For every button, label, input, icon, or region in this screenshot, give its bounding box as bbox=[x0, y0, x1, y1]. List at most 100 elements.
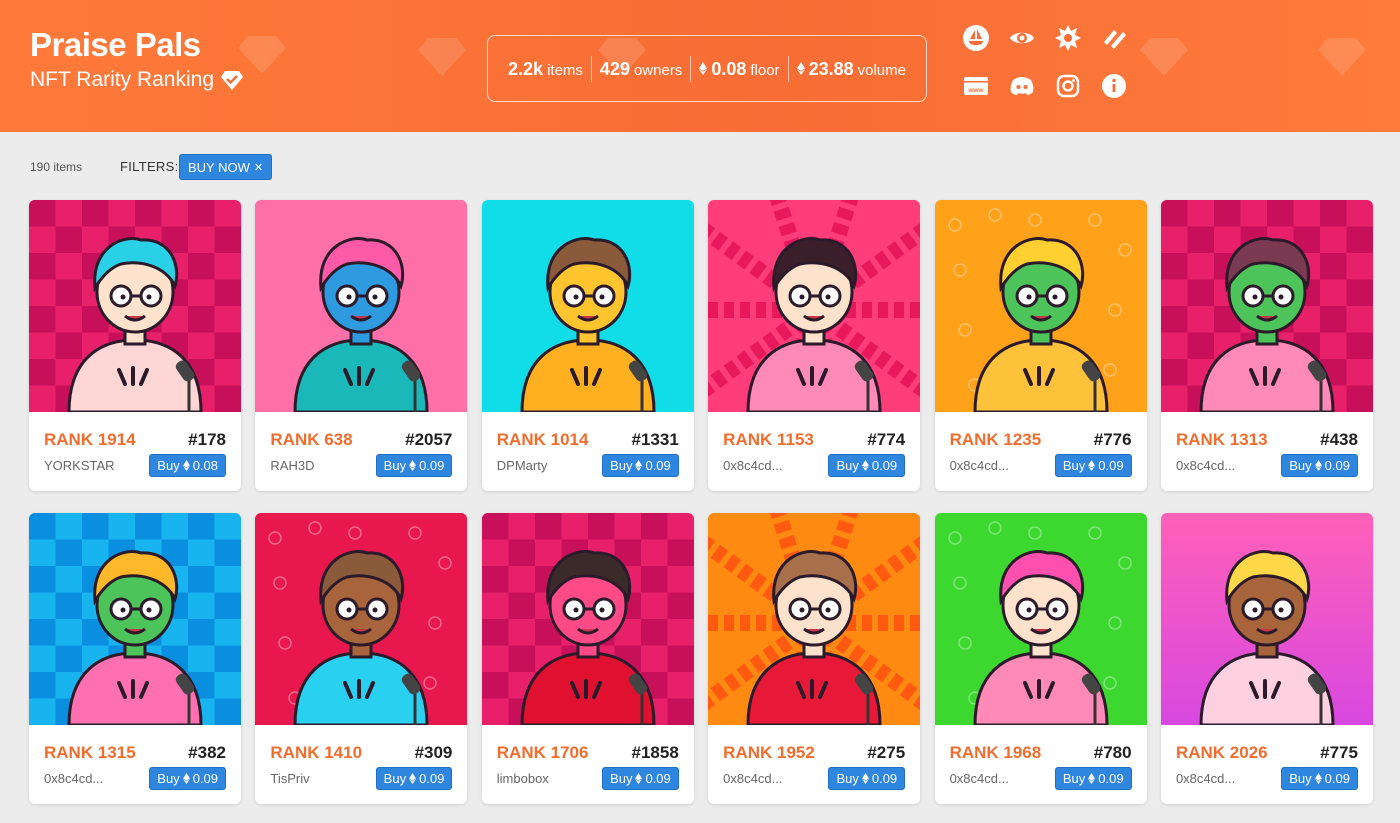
buy-button[interactable]: Buy 0.09 bbox=[375, 454, 453, 477]
token-id: #1331 bbox=[631, 430, 679, 449]
nft-card[interactable]: RANK 1410 #309 TisPriv Buy 0.09 bbox=[255, 513, 468, 804]
discord-link[interactable] bbox=[1006, 70, 1038, 102]
buy-now-filter-chip[interactable]: BUY NOW ✕ bbox=[179, 154, 273, 180]
buy-button[interactable]: Buy 0.09 bbox=[1281, 454, 1358, 477]
rank-label: RANK 1410 bbox=[270, 743, 363, 762]
card-info: RANK 1914 #178 YORKSTAR Buy 0.08 bbox=[29, 412, 241, 491]
nft-image[interactable] bbox=[481, 200, 694, 412]
stat-label: volume bbox=[857, 61, 906, 79]
card-info: RANK 1968 #780 0x8c4cd... Buy 0.09 bbox=[935, 725, 1147, 804]
buy-button[interactable]: Buy 0.09 bbox=[828, 454, 906, 477]
nft-avatar-illustration bbox=[934, 200, 1147, 412]
nft-card[interactable]: RANK 1313 #438 0x8c4cd... Buy 0.09 bbox=[1160, 200, 1373, 491]
splash-link[interactable] bbox=[1052, 22, 1084, 54]
nft-image[interactable] bbox=[934, 513, 1147, 725]
card-info: RANK 1410 #309 TisPriv Buy 0.09 bbox=[255, 725, 467, 804]
buy-button[interactable]: Buy 0.09 bbox=[1054, 454, 1132, 477]
buy-label: Buy bbox=[1062, 771, 1086, 786]
stat-label: owners bbox=[633, 61, 683, 79]
nft-image[interactable] bbox=[255, 200, 468, 412]
owner-name[interactable]: YORKSTAR bbox=[44, 458, 115, 473]
rank-label: RANK 2026 bbox=[1175, 743, 1268, 762]
eth-icon bbox=[635, 460, 643, 471]
eth-icon bbox=[796, 61, 805, 75]
instagram-link[interactable] bbox=[1052, 70, 1084, 102]
nft-image[interactable] bbox=[481, 513, 694, 725]
nft-image[interactable] bbox=[708, 513, 921, 725]
buy-button[interactable]: Buy 0.09 bbox=[602, 767, 679, 790]
token-id: #774 bbox=[867, 430, 906, 449]
card-info: RANK 1014 #1331 DPMarty Buy 0.09 bbox=[482, 412, 694, 491]
diamond-watermark-icon bbox=[1140, 38, 1188, 76]
nft-card[interactable]: RANK 1968 #780 0x8c4cd... Buy 0.09 bbox=[934, 513, 1147, 804]
nft-card[interactable]: RANK 1914 #178 YORKSTAR Buy 0.08 bbox=[29, 200, 241, 491]
eye-link[interactable] bbox=[1006, 22, 1038, 54]
owner-name[interactable]: 0x8c4cd... bbox=[950, 771, 1009, 786]
owner-name[interactable]: limbobox bbox=[497, 771, 549, 786]
website-link[interactable]: www bbox=[960, 70, 992, 102]
nft-avatar-illustration bbox=[934, 513, 1147, 725]
collection-title: Praise Pals bbox=[30, 26, 201, 63]
nft-image[interactable] bbox=[1160, 200, 1373, 412]
filters-label: FILTERS: bbox=[120, 159, 179, 174]
stat-owners: 429 owners bbox=[590, 55, 690, 82]
owner-name[interactable]: 0x8c4cd... bbox=[723, 771, 782, 786]
nft-avatar-illustration bbox=[29, 513, 241, 725]
diamond-watermark-icon bbox=[238, 36, 286, 74]
eth-icon bbox=[1314, 773, 1322, 784]
opensea-link[interactable] bbox=[960, 22, 992, 54]
owner-name[interactable]: RAH3D bbox=[270, 458, 314, 473]
eth-icon bbox=[635, 773, 643, 784]
card-info: RANK 1153 #774 0x8c4cd... Buy 0.09 bbox=[708, 412, 920, 491]
nft-grid: RANK 1914 #178 YORKSTAR Buy 0.08 RANK 63… bbox=[29, 200, 1373, 804]
owner-name[interactable]: 0x8c4cd... bbox=[1176, 458, 1235, 473]
nft-card[interactable]: RANK 2026 #775 0x8c4cd... Buy 0.09 bbox=[1160, 513, 1373, 804]
owner-name[interactable]: TisPriv bbox=[270, 771, 309, 786]
looksrare-link[interactable] bbox=[1098, 22, 1130, 54]
buy-label: Buy bbox=[836, 458, 859, 473]
nft-image[interactable] bbox=[29, 513, 241, 725]
nft-avatar-illustration bbox=[1160, 513, 1373, 725]
owner-name[interactable]: 0x8c4cd... bbox=[950, 458, 1009, 473]
stat-items: 2.2k items bbox=[500, 56, 591, 82]
buy-button[interactable]: Buy 0.08 bbox=[149, 454, 226, 477]
nft-image[interactable] bbox=[29, 200, 241, 412]
buy-price: 0.09 bbox=[1324, 458, 1350, 473]
nft-card[interactable]: RANK 1952 #275 0x8c4cd... Buy 0.09 bbox=[708, 513, 921, 804]
nft-card[interactable]: RANK 1315 #382 0x8c4cd... Buy 0.09 bbox=[29, 513, 241, 804]
stat-label: items bbox=[547, 61, 583, 79]
close-icon[interactable]: ✕ bbox=[254, 161, 263, 174]
nft-card[interactable]: RANK 1706 #1858 limbobox Buy 0.09 bbox=[481, 513, 694, 804]
nft-image[interactable] bbox=[708, 200, 921, 412]
discord-icon bbox=[1010, 77, 1034, 95]
owner-name[interactable]: 0x8c4cd... bbox=[723, 458, 782, 473]
nft-card[interactable]: RANK 638 #2057 RAH3D Buy 0.09 bbox=[255, 200, 468, 491]
nft-card[interactable]: RANK 1235 #776 0x8c4cd... Buy 0.09 bbox=[934, 200, 1147, 491]
diamond-watermark-icon bbox=[1318, 38, 1366, 76]
token-id: #2057 bbox=[405, 430, 453, 449]
nft-avatar-illustration bbox=[481, 513, 694, 725]
nft-image[interactable] bbox=[1160, 513, 1373, 725]
nft-card[interactable]: RANK 1014 #1331 DPMarty Buy 0.09 bbox=[481, 200, 694, 491]
buy-button[interactable]: Buy 0.09 bbox=[1281, 767, 1358, 790]
buy-price: 0.09 bbox=[1324, 771, 1350, 786]
nft-image[interactable] bbox=[934, 200, 1147, 412]
buy-button[interactable]: Buy 0.09 bbox=[375, 767, 453, 790]
buy-price: 0.09 bbox=[1098, 771, 1124, 786]
buy-button[interactable]: Buy 0.09 bbox=[828, 767, 906, 790]
eth-icon bbox=[182, 773, 190, 784]
buy-price: 0.09 bbox=[871, 771, 898, 786]
buy-button[interactable]: Buy 0.09 bbox=[1054, 767, 1132, 790]
nft-avatar-illustration bbox=[708, 513, 921, 725]
card-info: RANK 1315 #382 0x8c4cd... Buy 0.09 bbox=[29, 725, 241, 804]
info-link[interactable] bbox=[1098, 70, 1130, 102]
nft-image[interactable] bbox=[255, 513, 468, 725]
owner-name[interactable]: DPMarty bbox=[497, 458, 548, 473]
buy-label: Buy bbox=[836, 771, 859, 786]
owner-name[interactable]: 0x8c4cd... bbox=[1176, 771, 1235, 786]
buy-button[interactable]: Buy 0.09 bbox=[602, 454, 679, 477]
token-id: #780 bbox=[1093, 743, 1132, 762]
nft-card[interactable]: RANK 1153 #774 0x8c4cd... Buy 0.09 bbox=[708, 200, 921, 491]
owner-name[interactable]: 0x8c4cd... bbox=[44, 771, 103, 786]
buy-button[interactable]: Buy 0.09 bbox=[149, 767, 226, 790]
